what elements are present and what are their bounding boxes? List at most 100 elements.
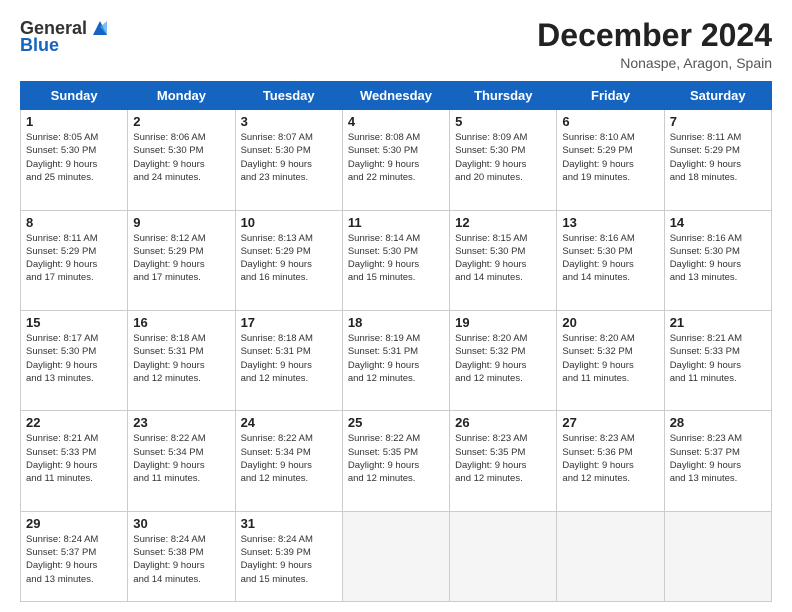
col-saturday: Saturday [664, 82, 771, 110]
day-info: Sunrise: 8:13 AM Sunset: 5:29 PM Dayligh… [241, 232, 337, 285]
calendar-table: Sunday Monday Tuesday Wednesday Thursday… [20, 81, 772, 602]
day-info: Sunrise: 8:24 AM Sunset: 5:37 PM Dayligh… [26, 533, 122, 586]
day-number: 25 [348, 415, 444, 430]
table-row: 27 Sunrise: 8:23 AM Sunset: 5:36 PM Dayli… [557, 411, 664, 511]
day-number: 20 [562, 315, 658, 330]
table-row: 28Sunrise: 8:23 AM Sunset: 5:37 PM Dayli… [664, 411, 771, 511]
day-number: 23 [133, 415, 229, 430]
table-row: 25 Sunrise: 8:22 AM Sunset: 5:35 PM Dayli… [342, 411, 449, 511]
table-row: 30Sunrise: 8:24 AM Sunset: 5:38 PM Dayli… [128, 511, 235, 601]
table-row: 11Sunrise: 8:14 AM Sunset: 5:30 PM Dayli… [342, 210, 449, 310]
day-info: Sunrise: 8:23 AM Sunset: 5:36 PM Dayligh… [562, 432, 658, 485]
table-row: 9Sunrise: 8:12 AM Sunset: 5:29 PM Daylig… [128, 210, 235, 310]
day-info: Sunrise: 8:15 AM Sunset: 5:30 PM Dayligh… [455, 232, 551, 285]
day-number: 4 [348, 114, 444, 129]
table-row: 17 Sunrise: 8:18 AM Sunset: 5:31 PM Dayli… [235, 310, 342, 410]
col-friday: Friday [557, 82, 664, 110]
day-info: Sunrise: 8:23 AM Sunset: 5:37 PM Dayligh… [670, 432, 766, 485]
day-number: 17 [241, 315, 337, 330]
day-info: Sunrise: 8:22 AM Sunset: 5:34 PM Dayligh… [241, 432, 337, 485]
day-number: 8 [26, 215, 122, 230]
calendar-week-2: 8 Sunrise: 8:11 AM Sunset: 5:29 PM Daylig… [21, 210, 772, 310]
day-number: 5 [455, 114, 551, 129]
table-row: 22 Sunrise: 8:21 AM Sunset: 5:33 PM Dayli… [21, 411, 128, 511]
day-number: 6 [562, 114, 658, 129]
day-info: Sunrise: 8:16 AM Sunset: 5:30 PM Dayligh… [670, 232, 766, 285]
table-row: 21Sunrise: 8:21 AM Sunset: 5:33 PM Dayli… [664, 310, 771, 410]
day-info: Sunrise: 8:18 AM Sunset: 5:31 PM Dayligh… [133, 332, 229, 385]
day-number: 16 [133, 315, 229, 330]
table-row: 26 Sunrise: 8:23 AM Sunset: 5:35 PM Dayli… [450, 411, 557, 511]
day-number: 31 [241, 516, 337, 531]
table-row: 24 Sunrise: 8:22 AM Sunset: 5:34 PM Dayli… [235, 411, 342, 511]
table-row: 16 Sunrise: 8:18 AM Sunset: 5:31 PM Dayli… [128, 310, 235, 410]
day-number: 21 [670, 315, 766, 330]
table-row: 13 Sunrise: 8:16 AM Sunset: 5:30 PM Dayli… [557, 210, 664, 310]
day-info: Sunrise: 8:22 AM Sunset: 5:34 PM Dayligh… [133, 432, 229, 485]
day-number: 10 [241, 215, 337, 230]
table-row: 10 Sunrise: 8:13 AM Sunset: 5:29 PM Dayli… [235, 210, 342, 310]
location: Nonaspe, Aragon, Spain [537, 55, 772, 71]
table-row: 3Sunrise: 8:07 AM Sunset: 5:30 PM Daylig… [235, 110, 342, 210]
day-number: 12 [455, 215, 551, 230]
day-info: Sunrise: 8:24 AM Sunset: 5:39 PM Dayligh… [241, 533, 337, 586]
month-title: December 2024 [537, 18, 772, 53]
table-row: 4 Sunrise: 8:08 AM Sunset: 5:30 PM Daylig… [342, 110, 449, 210]
table-row: 8 Sunrise: 8:11 AM Sunset: 5:29 PM Daylig… [21, 210, 128, 310]
page: General Blue December 2024 Nonaspe, Arag… [0, 0, 792, 612]
day-number: 18 [348, 315, 444, 330]
logo-blue: Blue [20, 35, 59, 56]
day-info: Sunrise: 8:23 AM Sunset: 5:35 PM Dayligh… [455, 432, 551, 485]
day-number: 27 [562, 415, 658, 430]
day-number: 14 [670, 215, 766, 230]
calendar-header-row: Sunday Monday Tuesday Wednesday Thursday… [21, 82, 772, 110]
day-number: 29 [26, 516, 122, 531]
day-number: 22 [26, 415, 122, 430]
day-info: Sunrise: 8:20 AM Sunset: 5:32 PM Dayligh… [562, 332, 658, 385]
day-number: 19 [455, 315, 551, 330]
table-row: 1Sunrise: 8:05 AM Sunset: 5:30 PM Daylig… [21, 110, 128, 210]
table-row: 7Sunrise: 8:11 AM Sunset: 5:29 PM Daylig… [664, 110, 771, 210]
col-wednesday: Wednesday [342, 82, 449, 110]
col-sunday: Sunday [21, 82, 128, 110]
table-row: 29 Sunrise: 8:24 AM Sunset: 5:37 PM Dayli… [21, 511, 128, 601]
day-info: Sunrise: 8:11 AM Sunset: 5:29 PM Dayligh… [26, 232, 122, 285]
table-row [450, 511, 557, 601]
day-info: Sunrise: 8:08 AM Sunset: 5:30 PM Dayligh… [348, 131, 444, 184]
day-number: 13 [562, 215, 658, 230]
calendar-week-4: 22 Sunrise: 8:21 AM Sunset: 5:33 PM Dayli… [21, 411, 772, 511]
day-info: Sunrise: 8:20 AM Sunset: 5:32 PM Dayligh… [455, 332, 551, 385]
table-row: 6 Sunrise: 8:10 AM Sunset: 5:29 PM Daylig… [557, 110, 664, 210]
day-info: Sunrise: 8:16 AM Sunset: 5:30 PM Dayligh… [562, 232, 658, 285]
day-info: Sunrise: 8:10 AM Sunset: 5:29 PM Dayligh… [562, 131, 658, 184]
table-row: 23 Sunrise: 8:22 AM Sunset: 5:34 PM Dayli… [128, 411, 235, 511]
table-row [664, 511, 771, 601]
table-row: 19 Sunrise: 8:20 AM Sunset: 5:32 PM Dayli… [450, 310, 557, 410]
table-row: 14 Sunrise: 8:16 AM Sunset: 5:30 PM Dayli… [664, 210, 771, 310]
calendar-week-5: 29 Sunrise: 8:24 AM Sunset: 5:37 PM Dayli… [21, 511, 772, 601]
col-tuesday: Tuesday [235, 82, 342, 110]
day-number: 15 [26, 315, 122, 330]
day-info: Sunrise: 8:11 AM Sunset: 5:29 PM Dayligh… [670, 131, 766, 184]
day-info: Sunrise: 8:19 AM Sunset: 5:31 PM Dayligh… [348, 332, 444, 385]
day-info: Sunrise: 8:14 AM Sunset: 5:30 PM Dayligh… [348, 232, 444, 285]
day-number: 24 [241, 415, 337, 430]
table-row: 15 Sunrise: 8:17 AM Sunset: 5:30 PM Dayli… [21, 310, 128, 410]
day-number: 3 [241, 114, 337, 129]
logo-icon [89, 17, 111, 39]
col-thursday: Thursday [450, 82, 557, 110]
day-info: Sunrise: 8:21 AM Sunset: 5:33 PM Dayligh… [26, 432, 122, 485]
day-info: Sunrise: 8:18 AM Sunset: 5:31 PM Dayligh… [241, 332, 337, 385]
day-info: Sunrise: 8:22 AM Sunset: 5:35 PM Dayligh… [348, 432, 444, 485]
day-info: Sunrise: 8:05 AM Sunset: 5:30 PM Dayligh… [26, 131, 122, 184]
calendar-week-1: 1Sunrise: 8:05 AM Sunset: 5:30 PM Daylig… [21, 110, 772, 210]
table-row [557, 511, 664, 601]
table-row: 12 Sunrise: 8:15 AM Sunset: 5:30 PM Dayli… [450, 210, 557, 310]
calendar-week-3: 15 Sunrise: 8:17 AM Sunset: 5:30 PM Dayli… [21, 310, 772, 410]
day-info: Sunrise: 8:06 AM Sunset: 5:30 PM Dayligh… [133, 131, 229, 184]
day-info: Sunrise: 8:09 AM Sunset: 5:30 PM Dayligh… [455, 131, 551, 184]
day-number: 26 [455, 415, 551, 430]
day-info: Sunrise: 8:17 AM Sunset: 5:30 PM Dayligh… [26, 332, 122, 385]
logo: General Blue [20, 18, 111, 56]
day-number: 2 [133, 114, 229, 129]
